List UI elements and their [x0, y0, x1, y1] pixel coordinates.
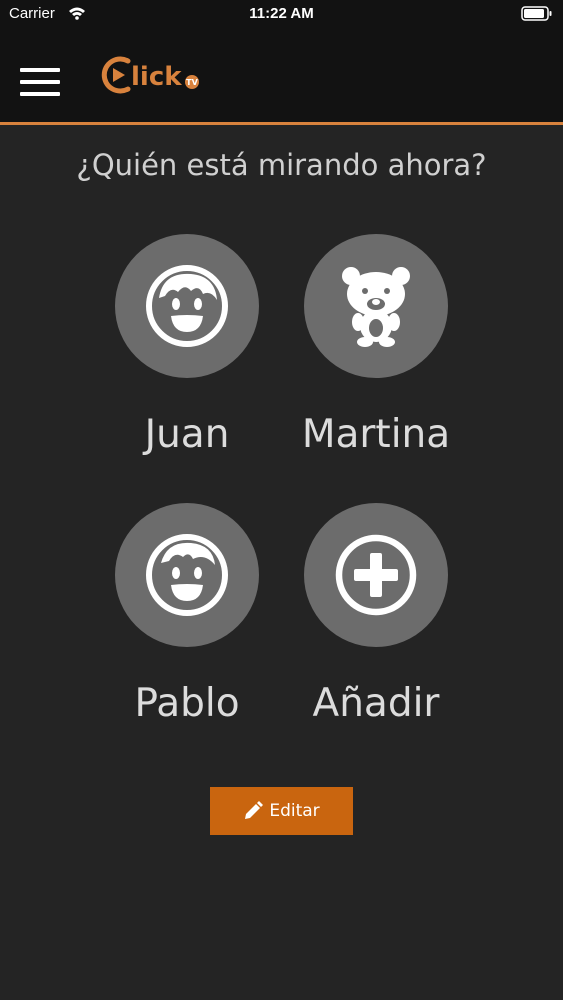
pencil-icon — [245, 801, 264, 819]
profile-name: Juan — [144, 412, 230, 457]
hamburger-menu-icon[interactable] — [18, 66, 62, 98]
edit-button[interactable]: Editar — [210, 787, 353, 835]
profile-pablo[interactable]: Pablo — [92, 503, 282, 726]
status-bar: Carrier 11:22 AM — [0, 0, 563, 28]
logo-badge: TV — [186, 78, 198, 87]
profile-avatar[interactable] — [115, 503, 259, 647]
add-profile-button[interactable]: Añadir — [281, 503, 471, 726]
battery-icon — [521, 6, 553, 25]
profile-martina[interactable]: Martina — [281, 234, 471, 457]
profile-avatar[interactable] — [304, 234, 448, 378]
boy-face-icon — [146, 534, 228, 616]
profile-avatar[interactable] — [304, 503, 448, 647]
profile-name: Pablo — [134, 681, 240, 726]
app-header: lick TV — [0, 28, 563, 125]
teddy-bear-icon — [342, 267, 410, 347]
profile-juan[interactable]: Juan — [92, 234, 282, 457]
profile-name: Añadir — [312, 681, 440, 726]
clock-time: 11:22 AM — [249, 5, 314, 22]
boy-face-icon — [146, 265, 228, 347]
profile-name: Martina — [301, 412, 451, 457]
plus-circle-icon — [335, 534, 417, 616]
app-logo: lick TV — [100, 55, 210, 101]
profile-avatar[interactable] — [115, 234, 259, 378]
logo-text: lick — [131, 62, 182, 92]
edit-button-label: Editar — [269, 801, 320, 821]
page-title: ¿Quién está mirando ahora? — [76, 148, 487, 182]
